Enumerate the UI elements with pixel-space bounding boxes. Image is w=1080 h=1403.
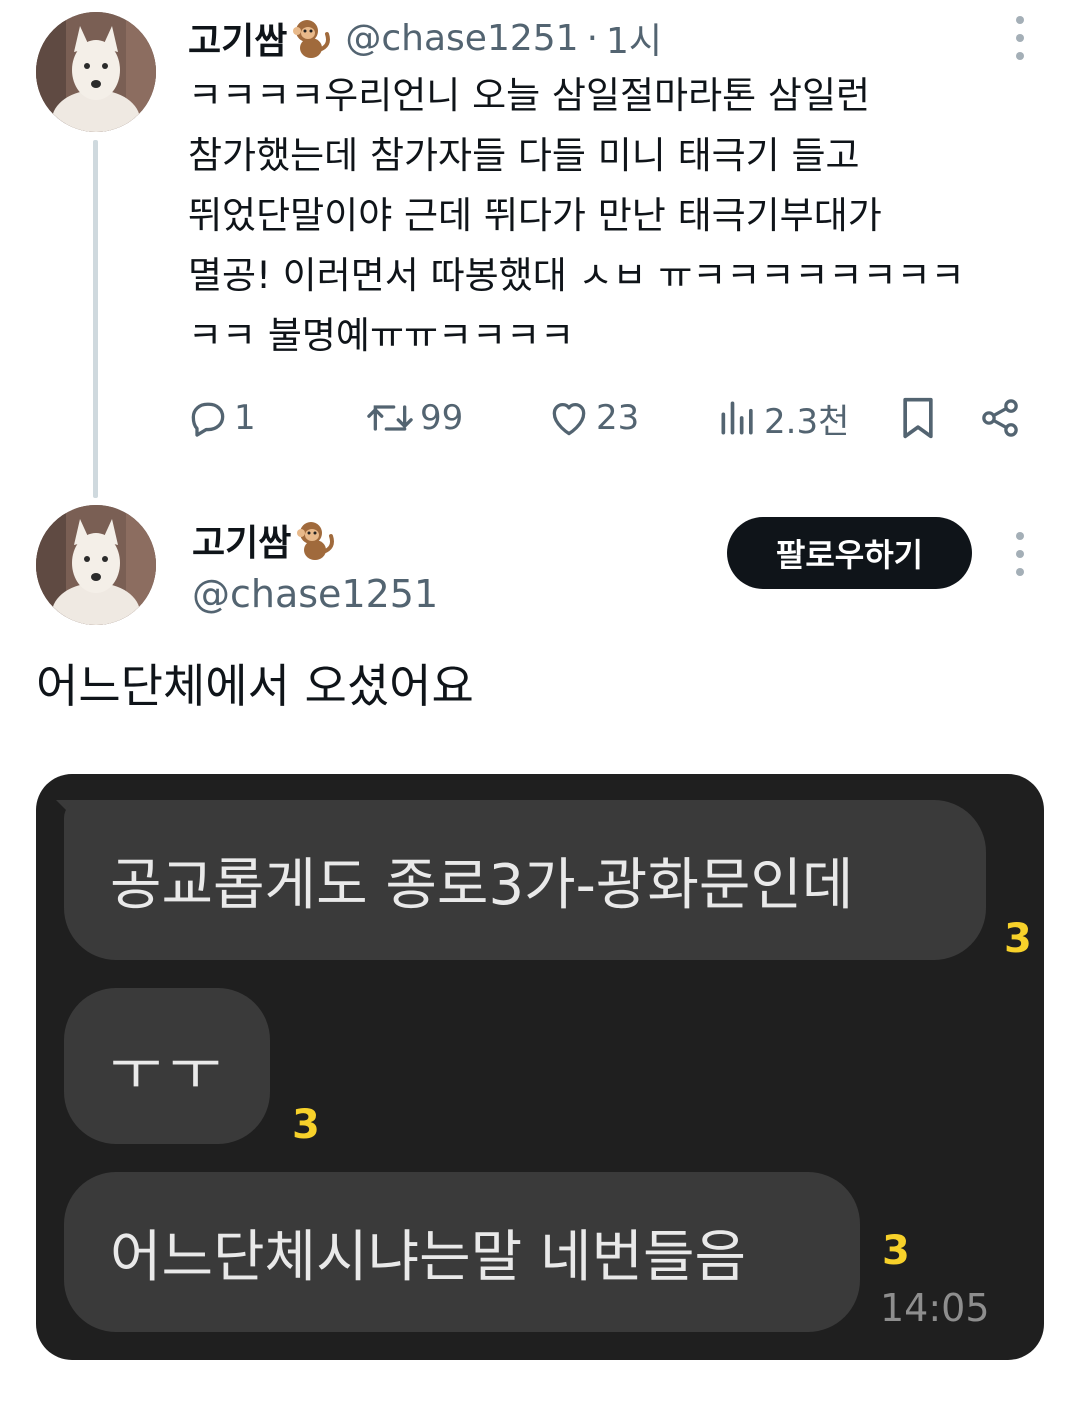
main-tweet-text: 어느단체에서 오셨어요 xyxy=(36,659,474,713)
monkey-emoji-icon xyxy=(293,518,337,562)
chat-timestamp: 14:05 xyxy=(880,1286,990,1330)
reply-icon xyxy=(191,402,225,437)
unread-count: 3 xyxy=(1004,916,1032,962)
handle[interactable]: @chase1251 xyxy=(192,566,438,622)
avatar[interactable] xyxy=(36,505,156,625)
tweet-text-line: ㅋㅋㅋㅋ우리언니 오늘 삼일절마라톤 삼일런 xyxy=(188,74,871,117)
monkey-emoji-icon xyxy=(289,16,333,60)
retweet-button[interactable]: 99 xyxy=(364,388,463,448)
chat-bubble: 어느단체시냐는말 네번들음 xyxy=(64,1172,860,1332)
retweet-count: 99 xyxy=(420,398,464,438)
bookmark-button[interactable] xyxy=(896,388,944,448)
chat-message-text: 공교롭게도 종로3가-광화문인데 xyxy=(110,852,854,918)
tweet-text: ㅋㅋㅋㅋ우리언니 오늘 삼일절마라톤 삼일런 참가했는데 참가자들 다들 미니 … xyxy=(188,66,1058,366)
unread-count: 3 xyxy=(882,1228,910,1274)
main-tweet-author: 고기쌈 xyxy=(192,512,337,568)
tweet-text-line: 뛰었단말이야 근데 뛰다가 만난 태극기부대가 xyxy=(188,194,882,237)
separator-dot: · xyxy=(586,17,599,59)
reply-button[interactable]: 1 xyxy=(186,388,256,448)
view-count: 2.3천 xyxy=(764,401,850,442)
tweet-actions: 1 99 23 2.3천 xyxy=(0,388,1080,448)
chat-message-text: 어느단체시냐는말 네번들음 xyxy=(110,1224,747,1290)
parent-tweet: 고기쌈 @chase1251 · 1시 ㅋㅋㅋㅋ우리언니 오늘 삼일절마라톤 삼… xyxy=(0,0,1080,500)
avatar[interactable] xyxy=(36,12,156,132)
attached-image[interactable]: 공교롭게도 종로3가-광화문인데 3 ㅜㅜ 3 어느단체시냐는말 네번들음 3 … xyxy=(36,774,1044,1360)
dog-avatar-image xyxy=(36,505,156,625)
follow-button[interactable]: 팔로우하기 xyxy=(727,517,972,589)
heart-icon xyxy=(552,402,586,436)
retweet-icon xyxy=(367,405,413,431)
chat-bubble: 공교롭게도 종로3가-광화문인데 xyxy=(64,800,986,960)
more-vertical-icon[interactable] xyxy=(1010,532,1030,576)
handle[interactable]: @chase1251 xyxy=(345,18,578,59)
views-icon xyxy=(721,401,753,435)
share-button[interactable] xyxy=(978,388,1026,448)
chat-bubble: ㅜㅜ xyxy=(64,988,270,1144)
tweet-text-line: ㅋㅋ 불명예ㅠㅠㅋㅋㅋㅋ xyxy=(188,314,575,357)
timestamp[interactable]: 1시 xyxy=(606,12,662,64)
tweet-text-line: 참가했는데 참가자들 다들 미니 태극기 들고 xyxy=(188,134,860,177)
display-name[interactable]: 고기쌈 xyxy=(192,514,291,566)
share-icon xyxy=(982,399,1018,437)
views-button[interactable]: 2.3천 xyxy=(716,388,849,448)
chat-message-text: ㅜㅜ xyxy=(110,1038,230,1104)
like-count: 23 xyxy=(596,398,640,438)
reply-count: 1 xyxy=(234,398,256,438)
display-name[interactable]: 고기쌈 xyxy=(188,12,287,64)
more-vertical-icon[interactable] xyxy=(1010,16,1030,60)
tweet-header: 고기쌈 @chase1251 · 1시 xyxy=(188,12,662,64)
bookmark-icon xyxy=(903,397,933,439)
like-button[interactable]: 23 xyxy=(546,388,639,448)
dog-avatar-image xyxy=(36,12,156,132)
unread-count: 3 xyxy=(292,1102,320,1148)
tweet-text-line: 멸공! 이러면서 따봉했대 ㅅㅂ ㅠㅋㅋㅋㅋㅋㅋㅋㅋ xyxy=(188,254,965,297)
